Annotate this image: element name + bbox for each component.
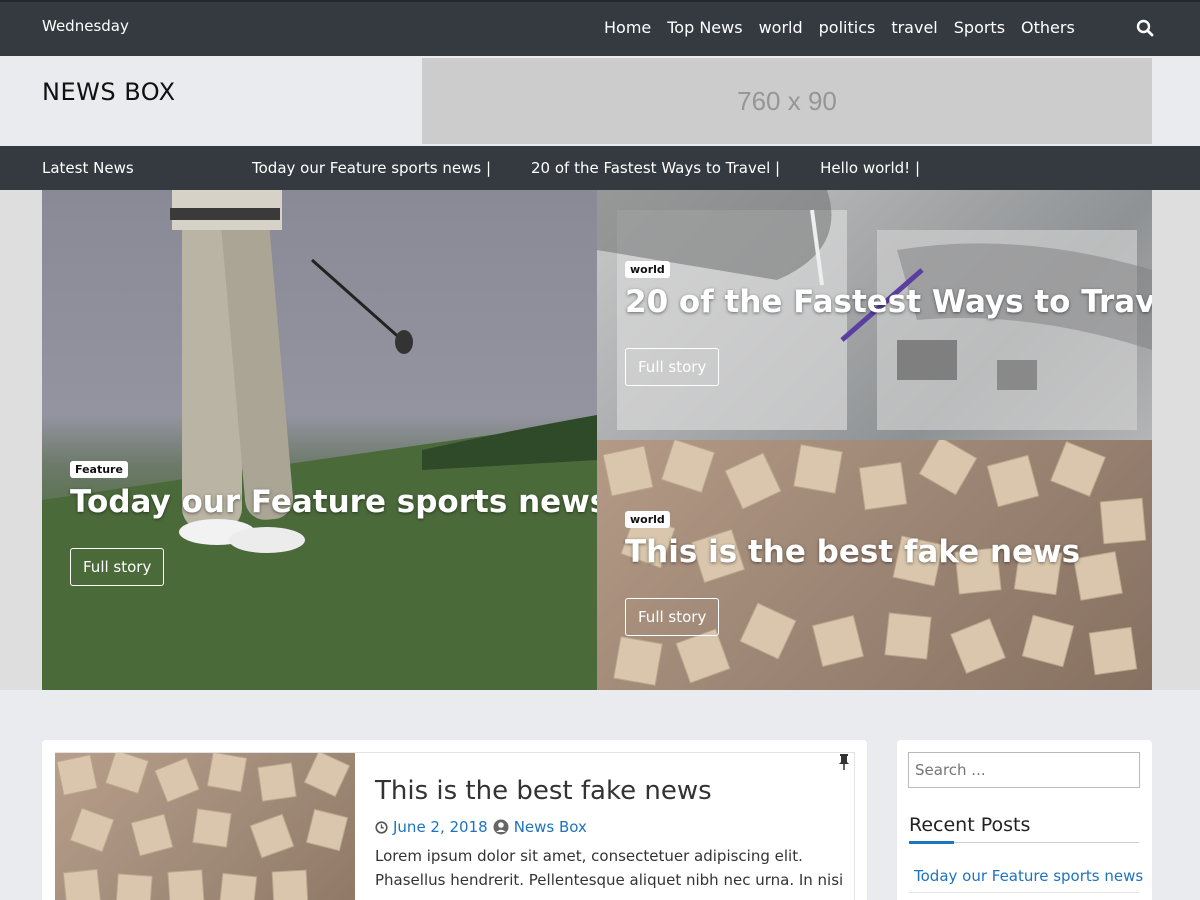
full-story-button[interactable]: Full story [625,598,720,636]
hero-fake-news-caption: world This is the best fake news Full st… [625,508,1080,636]
scrabble-thumbnail-image [56,753,351,900]
post-card: This is the best fake news June 2, 2018 … [42,740,867,900]
search-icon[interactable] [1136,19,1154,37]
ticker-item[interactable]: Hello world! | [820,159,920,177]
sidebar: Recent Posts Today our Feature sports ne… [897,740,1152,900]
nav-item-top-news[interactable]: Top News [667,18,742,37]
search-input[interactable] [908,752,1140,788]
pin-icon [839,754,849,770]
top-bar: Wednesday Home Top News world politics t… [0,0,1200,56]
golfer-image [42,190,597,690]
nav-item-politics[interactable]: politics [819,18,876,37]
post-date[interactable]: June 2, 2018 [393,818,488,836]
ad-placeholder-text: 760 x 90 [737,85,837,116]
nav-item-others[interactable]: Others [1021,18,1075,37]
ticker-item[interactable]: Today our Feature sports news | [252,159,491,177]
nav-item-sports[interactable]: Sports [954,18,1005,37]
hero-tile-feature[interactable]: Feature Today our Feature sports news Fu… [42,190,597,690]
category-badge[interactable]: world [625,511,670,528]
site-header: NEWS BOX 760 x 90 [0,56,1200,146]
category-badge[interactable]: world [625,261,670,278]
hero-travel-caption: world 20 of the Fastest Ways to Travel F… [625,258,1152,386]
post-thumbnail[interactable] [55,753,355,900]
full-story-button[interactable]: Full story [70,548,165,586]
nav-item-travel[interactable]: travel [891,18,937,37]
ad-banner[interactable]: 760 x 90 [422,58,1152,144]
hero-tile-travel[interactable]: world 20 of the Fastest Ways to Travel F… [597,190,1152,440]
hero-travel-title[interactable]: 20 of the Fastest Ways to Travel [625,284,1152,320]
clock-icon [375,820,388,834]
hero-feature-caption: Feature Today our Feature sports news Fu… [70,458,597,586]
hero-feature-title[interactable]: Today our Feature sports news [70,484,597,520]
user-icon [493,819,509,835]
recent-post-link[interactable]: Today our Feature sports news [914,867,1143,885]
nav-item-world[interactable]: world [759,18,803,37]
ticker-label: Latest News [42,159,134,177]
hero-tile-fake-news[interactable]: world This is the best fake news Full st… [597,440,1152,690]
post-author[interactable]: News Box [514,818,587,836]
main-nav: Home Top News world politics travel Spor… [604,18,1075,37]
current-day: Wednesday [42,17,129,35]
ticker-item[interactable]: 20 of the Fastest Ways to Travel | [531,159,780,177]
nav-item-home[interactable]: Home [604,18,651,37]
post-meta: June 2, 2018 News Box [375,818,587,836]
recent-posts-heading: Recent Posts [909,814,1031,836]
post-title[interactable]: This is the best fake news [375,776,712,806]
hero-fake-news-title[interactable]: This is the best fake news [625,534,1080,570]
heading-accent [909,841,954,844]
post-excerpt: Lorem ipsum dolor sit amet, consectetuer… [375,847,844,889]
category-badge[interactable]: Feature [70,461,128,478]
full-story-button[interactable]: Full story [625,348,720,386]
latest-news-ticker: Latest News Today our Feature sports new… [0,146,1200,190]
link-divider [909,892,1139,893]
site-title[interactable]: NEWS BOX [42,78,176,106]
ticker-items: Today our Feature sports news | 20 of th… [252,159,960,177]
